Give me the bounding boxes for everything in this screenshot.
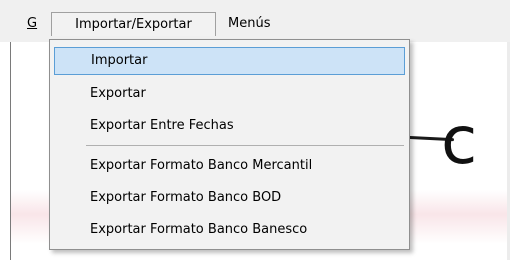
menu-item-label: Exportar Formato Banco Mercantil <box>90 158 313 173</box>
menu-item-label: Exportar Formato Banco BOD <box>90 190 282 205</box>
menu-menus[interactable]: Menús <box>228 12 270 36</box>
menu-item-label: Importar <box>91 53 148 68</box>
menu-importar-exportar[interactable]: Importar/Exportar <box>51 12 216 36</box>
importar-exportar-dropdown: Importar Exportar Exportar Entre Fechas … <box>49 39 410 250</box>
menu-importar-exportar-label: Importar/Exportar <box>75 17 192 32</box>
menu-item-exportar-banco-bod[interactable]: Exportar Formato Banco BOD <box>54 184 405 212</box>
menu-menus-label: Menús <box>228 16 271 31</box>
menu-item-exportar-entre-fechas[interactable]: Exportar Entre Fechas <box>54 112 405 140</box>
menu-g-label: G <box>27 16 38 31</box>
menu-item-exportar[interactable]: Exportar <box>54 80 405 108</box>
menu-item-label: Exportar Formato Banco Banesco <box>90 222 308 237</box>
menu-item-label: Exportar <box>90 86 146 101</box>
menu-item-exportar-banco-banesco[interactable]: Exportar Formato Banco Banesco <box>54 216 405 244</box>
menu-separator <box>86 145 404 146</box>
menubar: G Importar/Exportar Menús <box>0 0 510 42</box>
menu-g[interactable]: G <box>27 12 37 36</box>
menu-item-importar[interactable]: Importar <box>54 47 405 75</box>
menu-item-label: Exportar Entre Fechas <box>90 118 234 133</box>
background-letter: c <box>441 102 478 179</box>
menu-item-exportar-banco-mercantil[interactable]: Exportar Formato Banco Mercantil <box>54 152 405 180</box>
